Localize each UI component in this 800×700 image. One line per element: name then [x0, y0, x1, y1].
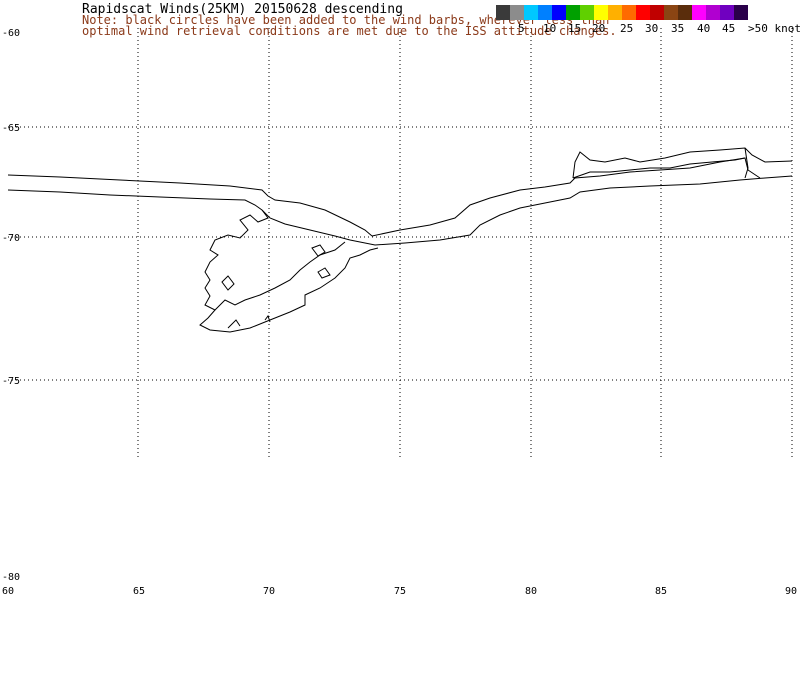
colorbar-label: >50 knots: [748, 22, 800, 35]
note-line-2: optimal wind retrieval conditions are me…: [82, 24, 617, 38]
colorbar-swatch: [566, 5, 580, 20]
lon-label-60: 60: [2, 586, 14, 597]
lon-label-85: 85: [655, 586, 667, 597]
colorbar-swatch: [734, 5, 748, 20]
lat-label-80: -80: [2, 572, 20, 583]
lon-label-75: 75: [394, 586, 406, 597]
lon-labels: 60 65 70 75 80 85 90: [2, 586, 797, 597]
colorbar-swatch: [510, 5, 524, 20]
colorbar-label: 40: [697, 22, 711, 35]
wind-speed-colorbar: [496, 5, 748, 20]
colorbar-swatch: [538, 5, 552, 20]
lon-label-70: 70: [263, 586, 275, 597]
colorbar-swatch: [608, 5, 622, 20]
lat-label-60: -60: [2, 28, 20, 39]
colorbar-swatch: [720, 5, 734, 20]
lon-label-80: 80: [525, 586, 537, 597]
colorbar-swatch: [692, 5, 706, 20]
colorbar-swatch: [636, 5, 650, 20]
colorbar-label: 45: [722, 22, 736, 35]
lat-label-75: -75: [2, 376, 20, 387]
lat-label-70: -70: [2, 233, 20, 244]
colorbar-swatch: [580, 5, 594, 20]
colorbar-swatch: [650, 5, 664, 20]
colorbar-label: 15: [568, 22, 582, 35]
colorbar-swatch: [664, 5, 678, 20]
colorbar-swatch: [552, 5, 566, 20]
colorbar-label: 30: [645, 22, 659, 35]
lat-label-65: -65: [2, 123, 20, 134]
colorbar-swatch: [496, 5, 510, 20]
colorbar-swatch: [706, 5, 720, 20]
lat-labels: -60 -65 -70 -75 -80: [2, 28, 20, 583]
lon-label-65: 65: [133, 586, 145, 597]
colorbar-label: 25: [620, 22, 634, 35]
colorbar-swatch: [622, 5, 636, 20]
colorbar-swatch: [678, 5, 692, 20]
colorbar-label: 10: [543, 22, 557, 35]
colorbar-label: 35: [671, 22, 685, 35]
map-canvas: -60 -65 -70 -75 -80 60 65 70 75 80 85 90: [2, 28, 797, 597]
colorbar-label: 5: [518, 22, 525, 35]
colorbar-label: 20: [592, 22, 606, 35]
colorbar-swatch: [524, 5, 538, 20]
colorbar-swatch: [594, 5, 608, 20]
lon-label-90: 90: [785, 586, 797, 597]
